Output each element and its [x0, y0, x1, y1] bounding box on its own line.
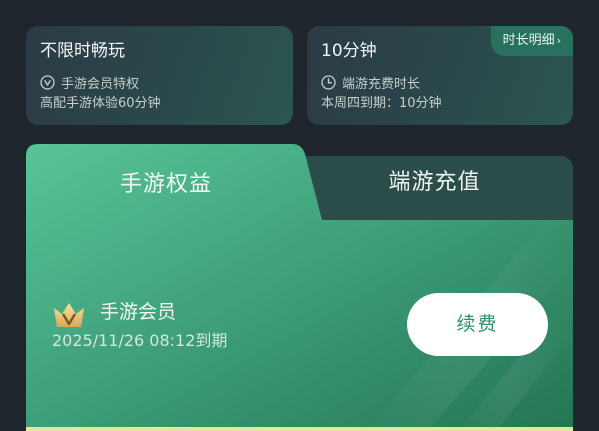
- mobile-benefit-panel: 手游权益 手游会员 2025/11/26 08:12到期 续费: [26, 144, 573, 431]
- member-name: 手游会员: [100, 301, 177, 323]
- renew-button[interactable]: 续费: [407, 293, 548, 356]
- benefit-panel: 端游充值 手游权益 手游会员 2025/11/26 08:12到期 续费: [26, 144, 573, 431]
- privilege-label: 手游会员特权: [61, 76, 140, 92]
- member-privilege-row: 手游会员特权: [40, 72, 279, 92]
- pc-time-row: 端游充费时长: [321, 72, 559, 92]
- crown-icon: [52, 300, 86, 330]
- v-badge-icon: [40, 74, 55, 90]
- clock-icon: [321, 74, 336, 90]
- time-detail-link[interactable]: 时长明细 ›: [490, 26, 573, 56]
- bottom-banner-edge: [26, 427, 573, 431]
- time-detail-label: 时长明细: [502, 33, 555, 48]
- member-expire-date: 2025/11/26 08:12到期: [52, 331, 228, 350]
- pc-time-label: 端游充费时长: [342, 76, 421, 92]
- card-description: 高配手游体验60分钟: [40, 96, 161, 111]
- pc-time-card: 10分钟 时长明细 › 端游充费时长 本周四到期：10分钟: [307, 26, 573, 125]
- expire-description: 本周四到期：10分钟: [321, 96, 442, 111]
- card-title: 不限时畅玩: [40, 41, 125, 61]
- member-benefit-card: 不限时畅玩 手游会员特权 高配手游体验60分钟: [26, 26, 293, 125]
- chevron-right-icon: ›: [556, 34, 561, 47]
- member-info: 手游会员 2025/11/26 08:12到期: [52, 298, 322, 358]
- tab-mobile-benefit[interactable]: 手游权益: [26, 166, 306, 198]
